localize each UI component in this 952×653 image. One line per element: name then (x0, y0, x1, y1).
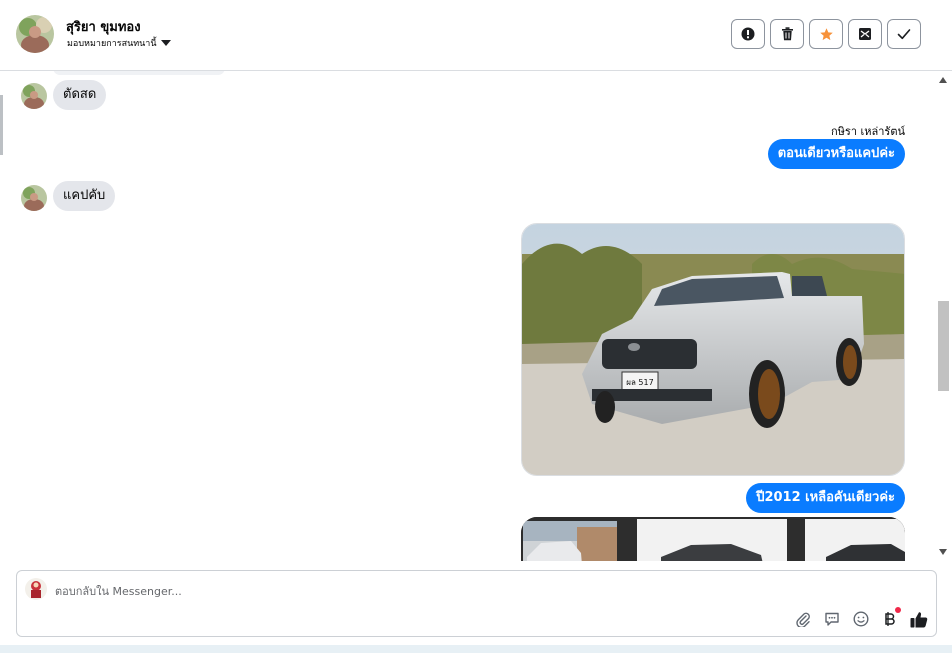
contact-avatar[interactable] (16, 15, 54, 53)
contact-avatar-small[interactable] (21, 185, 47, 211)
alert-icon (741, 27, 755, 41)
reply-composer (16, 570, 937, 637)
star-icon (819, 27, 833, 40)
contact-name[interactable]: สุริยา ขุมทอง (66, 16, 141, 37)
check-icon (897, 29, 911, 40)
previous-message-bubble (53, 71, 225, 75)
thread-scrollbar[interactable] (935, 71, 952, 561)
scroll-down-arrow-icon[interactable] (939, 549, 947, 555)
svg-text:ผล 517: ผล 517 (626, 378, 653, 387)
message-bubble-incoming[interactable]: ตัดสด (53, 80, 107, 110)
caret-down-icon (160, 40, 171, 46)
done-button[interactable] (887, 19, 921, 49)
sender-name: กษิรา เหล่ารัตน์ (831, 125, 905, 138)
payment-button[interactable] (881, 607, 901, 628)
composer-toolbar (794, 607, 928, 628)
like-button[interactable] (910, 610, 928, 628)
scroll-up-arrow-icon[interactable] (939, 77, 947, 83)
conversation-header: สุริยา ขุมทอง มอบหมายการสนทนานี้ (0, 0, 952, 71)
emoji-icon (853, 611, 869, 627)
mark-unread-icon (859, 28, 871, 40)
emoji-button[interactable] (852, 610, 870, 628)
assign-label: มอบหมายการสนทนานี้ (67, 39, 157, 49)
reply-input[interactable] (55, 583, 655, 599)
message-bubble-outgoing[interactable]: ตอนเดียวหรือแคปค่ะ (767, 139, 905, 169)
messenger-inbox-window: สุริยา ขุมทอง มอบหมายการสนทนานี้ ตัดสด ก… (0, 0, 952, 653)
trash-icon (781, 27, 793, 41)
message-thread[interactable]: ตัดสด กษิรา เหล่ารัตน์ ตอนเดียวหรือแคปค่… (0, 71, 952, 561)
scrollbar-thumb[interactable] (938, 301, 949, 391)
saved-replies-button[interactable] (823, 610, 841, 628)
attachment-button[interactable] (794, 610, 812, 628)
message-bubble-outgoing[interactable]: ปี2012 เหลือคันเดียวค่ะ (746, 483, 905, 513)
payment-icon (885, 612, 895, 626)
delete-button[interactable] (770, 19, 804, 49)
assign-conversation-dropdown[interactable]: มอบหมายการสนทนานี้ (67, 36, 171, 50)
contact-avatar-small[interactable] (21, 83, 47, 109)
window-bottom-edge (0, 645, 952, 653)
notification-dot (895, 607, 901, 613)
left-rail (0, 95, 3, 155)
report-button[interactable] (731, 19, 765, 49)
mark-unread-button[interactable] (848, 19, 882, 49)
vehicle-photo-strip[interactable] (521, 517, 905, 561)
attachment-icon (796, 612, 810, 627)
like-icon (910, 611, 928, 627)
saved-replies-icon (825, 612, 839, 626)
page-avatar (25, 578, 47, 600)
star-button[interactable] (809, 19, 843, 49)
message-bubble-incoming[interactable]: แคปคับ (53, 181, 116, 211)
conversation-actions (731, 19, 921, 49)
pickup-truck-photo[interactable]: ผล 517 (521, 223, 905, 476)
